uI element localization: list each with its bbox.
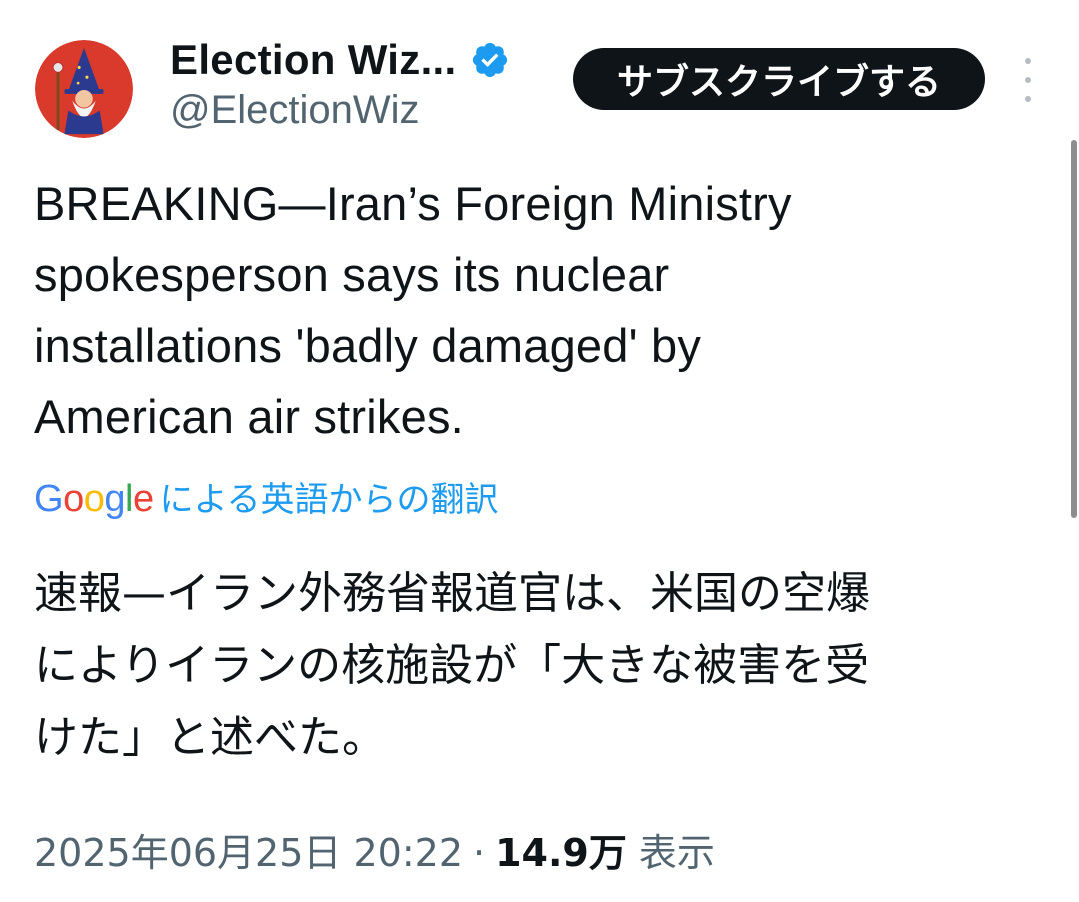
scrollbar[interactable] [1071,140,1077,518]
translation-attribution[interactable]: Google による英語からの翻訳 [34,472,499,528]
author-name[interactable]: Election Wiz... [170,36,456,84]
google-logo: Google [34,478,154,520]
verified-badge-icon [473,42,508,78]
subscribe-button[interactable]: サブスクライブする [573,48,985,110]
more-vertical-icon[interactable] [1014,58,1042,102]
wizard-avatar-icon[interactable] [35,40,133,138]
timestamp[interactable]: 2025年06月25日 20:22 [34,822,463,877]
tweet-text: BREAKING—Iran’s Foreign Ministry spokesp… [34,177,792,443]
meta-separator: · [473,831,486,875]
translated-text: 速報—イラン外務省報道官は、米国の空爆 によりイランの核施設が「大きな被害を受 … [34,568,870,763]
tweet-detail-page: Election Wiz... @ElectionWiz サブスクライブする B… [0,0,1079,902]
author-handle[interactable]: @ElectionWiz [170,88,420,133]
author-name-row[interactable]: Election Wiz... [170,34,510,86]
translation-label[interactable]: による英語からの翻訳 [160,472,499,521]
tweet-meta: 2025年06月25日 20:22 · 14.9万 表示 [34,822,715,877]
view-count: 14.9万 [495,831,627,875]
view-count-label: 表示 [638,831,715,875]
